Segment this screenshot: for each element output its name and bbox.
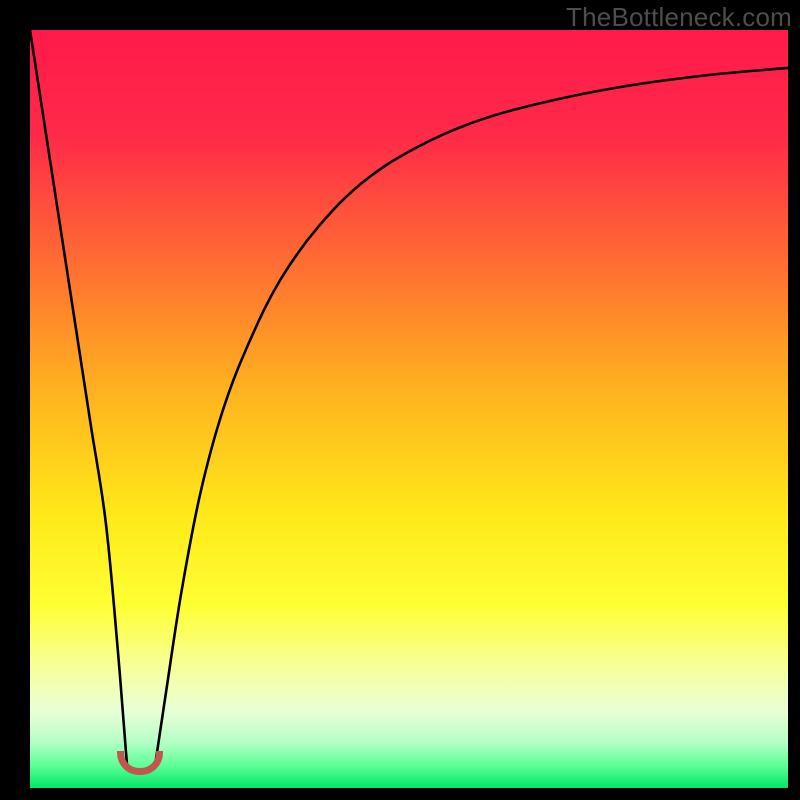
- plot-area: [30, 30, 788, 788]
- outer-frame: TheBottleneck.com: [0, 0, 800, 800]
- watermark-text: TheBottleneck.com: [566, 2, 792, 33]
- bottleneck-curve: [30, 30, 788, 788]
